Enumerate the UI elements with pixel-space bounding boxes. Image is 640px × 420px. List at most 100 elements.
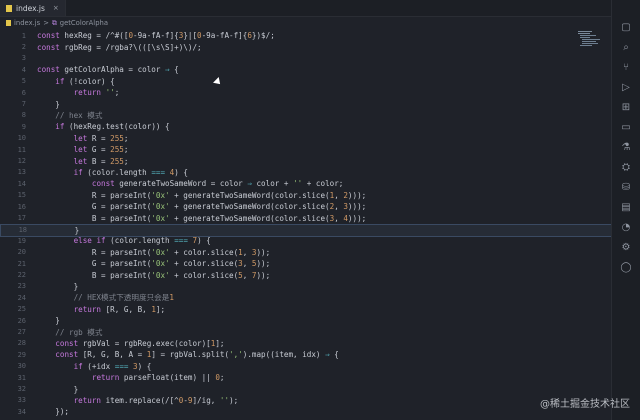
code-line[interactable]: 22 B = parseInt('0x' + color.slice(5, 7)… [0,269,612,280]
code-text[interactable]: let G = 255; [37,145,129,154]
code-line[interactable]: 2 const rgbReg = /rgba?\(([\s\S]+)\)/; [0,41,612,52]
remote-icon[interactable]: ▭ [620,122,632,134]
code-text[interactable]: let R = 255; [37,134,129,143]
line-number: 24 [17,293,26,302]
code-text[interactable]: const rgbVal = rgbReg.exec(color)[1]; [37,339,224,348]
minimap[interactable] [576,30,610,50]
code-line[interactable]: 14 const generateTwoSameWord = color ⇒ c… [0,178,612,189]
code-line[interactable]: 26 } [0,315,612,326]
code-text[interactable]: const generateTwoSameWord = color ⇒ colo… [37,179,344,188]
code-text[interactable]: if (hexReg.test(color)) { [37,122,169,131]
code-line[interactable]: 15 R = parseInt('0x' + generateTwoSameWo… [0,190,612,201]
database-icon[interactable]: ⛁ [620,182,632,194]
code-line[interactable]: 25 return [R, G, B, 1]; [0,304,612,315]
extensions-icon[interactable]: ⊞ [620,102,632,114]
code-text[interactable]: } [37,100,60,109]
code-line[interactable]: 29 const [R, G, B, A = 1] = rgbVal.split… [0,349,612,360]
code-line[interactable]: 33 return item.replace(/[^0-9]/ig, ''); [0,395,612,406]
code-text[interactable]: const getColorAlpha = color ⇒ { [37,65,179,74]
code-line[interactable]: 31 return parseFloat(item) || 0; [0,372,612,383]
tab-index-js[interactable]: index.js × [0,0,66,16]
code-line[interactable]: 8 // hex 模式 [0,110,612,121]
code-text[interactable]: // HEX模式下透明度只会是1 [37,292,174,303]
code-text[interactable]: return [R, G, B, 1]; [37,305,165,314]
breadcrumb-file[interactable]: index.js [14,19,40,27]
code-line[interactable]: 28 const rgbVal = rgbReg.exec(color)[1]; [0,338,612,349]
code-text[interactable]: const hexReg = /^#([0-9a-fA-f]{3}|[0-9a-… [37,31,275,40]
line-number: 19 [17,236,26,245]
source-control-icon[interactable]: ⑂ [620,62,632,74]
line-number: 33 [17,396,26,405]
account-icon[interactable]: ◯ [620,262,632,274]
code-line[interactable]: 9 if (hexReg.test(color)) { [0,121,612,132]
code-text[interactable]: } [38,226,80,235]
line-number: 12 [17,157,26,166]
code-text[interactable]: // hex 模式 [37,110,102,121]
timeline-icon[interactable]: ◔ [620,222,632,234]
code-text[interactable]: R = parseInt('0x' + color.slice(1, 3)); [37,248,270,257]
line-number: 23 [17,282,26,291]
code-line[interactable]: 20 R = parseInt('0x' + color.slice(1, 3)… [0,247,612,258]
code-text[interactable]: return item.replace(/[^0-9]/ig, ''); [37,396,239,405]
code-text[interactable]: R = parseInt('0x' + generateTwoSameWord(… [37,191,366,200]
code-line[interactable]: 12 let B = 255; [0,155,612,166]
code-text[interactable]: G = parseInt('0x' + color.slice(3, 5)); [37,259,270,268]
code-line[interactable]: 10 let R = 255; [0,133,612,144]
code-text[interactable]: } [37,316,60,325]
code-line[interactable]: 4 const getColorAlpha = color ⇒ { [0,64,612,75]
code-text[interactable]: } [37,282,79,291]
code-text[interactable]: if (+idx === 3) { [37,362,152,371]
code-text[interactable]: let B = 255; [37,157,129,166]
debug-icon[interactable]: ▷ [620,82,632,94]
code-line[interactable]: 1 const hexReg = /^#([0-9a-fA-f]{3}|[0-9a… [0,30,612,41]
settings-icon[interactable]: ⚙ [620,242,632,254]
code-line[interactable]: 24 // HEX模式下透明度只会是1 [0,292,612,303]
code-line[interactable]: 19 else if (color.length === 7) { [0,235,612,246]
code-text[interactable]: } [37,385,79,394]
code-line[interactable]: 30 if (+idx === 3) { [0,361,612,372]
line-number: 22 [17,271,26,280]
code-line[interactable]: 3 [0,53,612,64]
explorer-icon[interactable]: ▢ [620,22,632,34]
code-line[interactable]: 23 } [0,281,612,292]
code-editor[interactable]: 1 const hexReg = /^#([0-9a-fA-f]{3}|[0-9a… [0,30,614,420]
search-icon[interactable]: ⌕ [620,42,632,54]
code-line[interactable]: 7 } [0,98,612,109]
code-line[interactable]: 13 if (color.length === 4) { [0,167,612,178]
close-icon[interactable]: × [53,4,59,12]
line-number: 20 [17,248,26,257]
code-line[interactable]: 5 if (!color) { [0,76,612,87]
code-text[interactable]: // rgb 模式 [37,327,102,338]
line-number: 26 [17,316,26,325]
test-icon[interactable]: ⚗ [620,142,632,154]
code-text[interactable]: B = parseInt('0x' + color.slice(5, 7)); [37,271,270,280]
breadcrumb-symbol[interactable]: getColorAlpha [60,19,108,27]
line-number: 27 [17,328,26,337]
code-text[interactable]: return ''; [37,88,120,97]
line-number: 4 [21,65,26,74]
code-line[interactable]: 27 // rgb 模式 [0,326,612,337]
code-text[interactable]: G = parseInt('0x' + generateTwoSameWord(… [37,202,366,211]
code-text[interactable]: else if (color.length === 7) { [37,236,211,245]
code-text[interactable]: const [R, G, B, A = 1] = rgbVal.split(',… [37,350,339,359]
code-text[interactable]: B = parseInt('0x' + generateTwoSameWord(… [37,214,366,223]
code-line[interactable]: 32 } [0,383,612,394]
code-line[interactable]: 6 return ''; [0,87,612,98]
code-line[interactable]: 16 G = parseInt('0x' + generateTwoSameWo… [0,201,612,212]
code-line[interactable]: 34 }); [0,406,612,417]
code-text[interactable]: return parseFloat(item) || 0; [37,373,225,382]
code-text[interactable]: if (color.length === 4) { [37,168,188,177]
code-text[interactable]: if (!color) { [37,77,114,86]
code-line[interactable]: 11 let G = 255; [0,144,612,155]
code-text[interactable]: }); [37,407,69,416]
title-bar: index.js × ▯ ··· [0,0,640,17]
docker-icon[interactable]: ⛭ [620,162,632,174]
line-number: 5 [21,77,26,86]
code-line[interactable]: 17 B = parseInt('0x' + generateTwoSameWo… [0,212,612,223]
code-line[interactable]: 21 G = parseInt('0x' + color.slice(3, 5)… [0,258,612,269]
line-number: 25 [17,305,26,314]
chart-icon[interactable]: ▤ [620,202,632,214]
breadcrumb: index.js > ⧉ getColorAlpha [0,17,618,29]
code-text[interactable]: const rgbReg = /rgba?\(([\s\S]+)\)/; [37,43,202,52]
line-number: 6 [21,88,26,97]
